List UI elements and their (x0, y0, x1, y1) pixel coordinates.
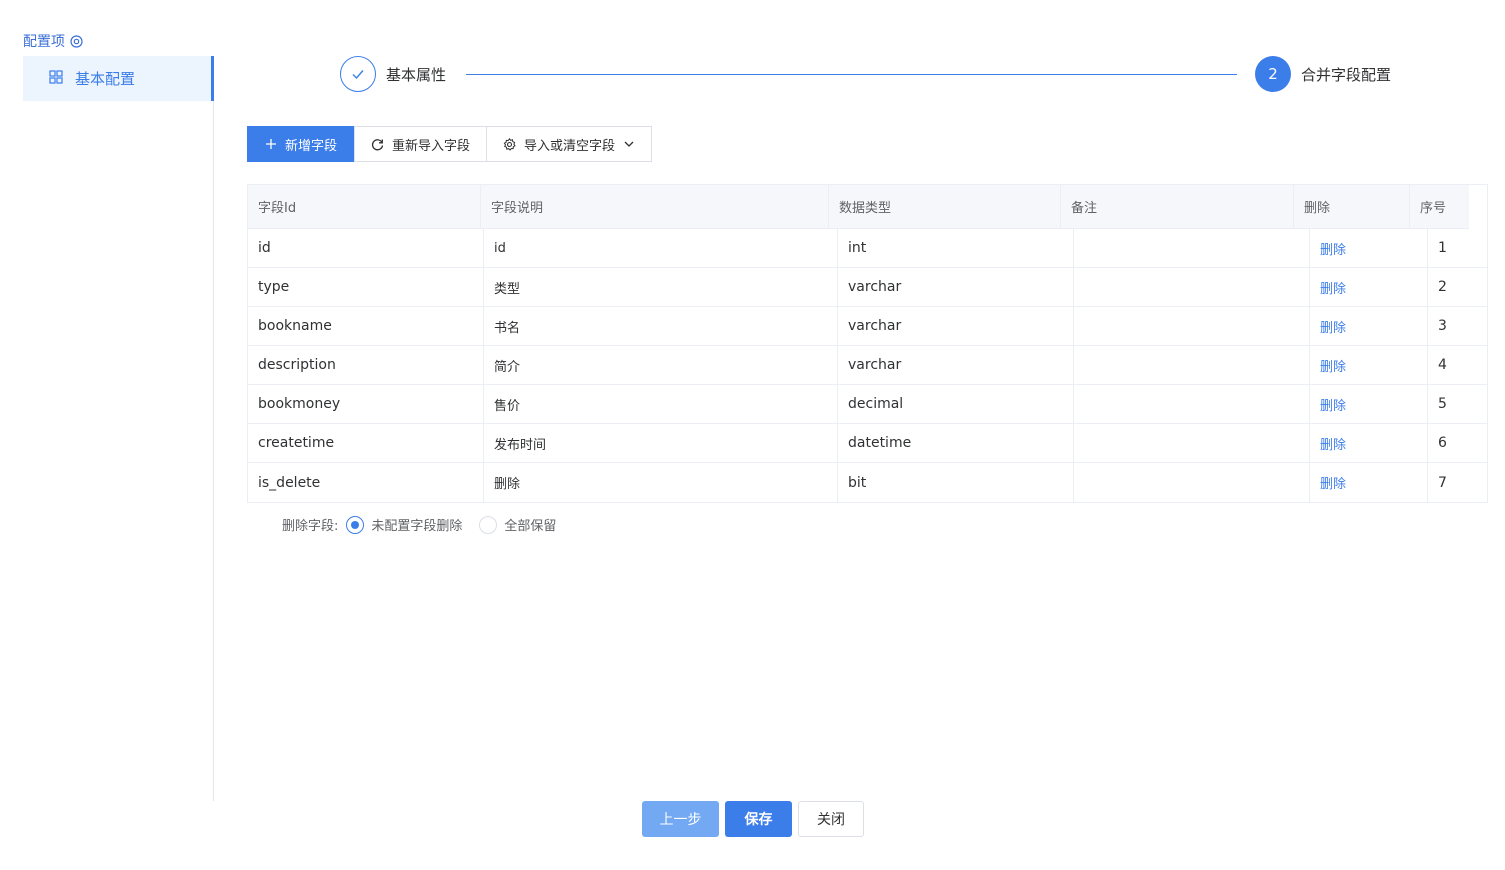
cell-index: 1 (1438, 240, 1447, 256)
delete-fields-label: 删除字段: (282, 519, 339, 534)
cell-data-type: bit (838, 463, 1074, 502)
column-header-field-desc: 字段说明 (481, 185, 829, 228)
column-header-delete: 删除 (1294, 185, 1410, 228)
plus-icon (265, 138, 277, 150)
cell-field-id: id (248, 229, 484, 267)
fields-table: 字段Id 字段说明 数据类型 备注 删除 序号 id id int 删除 1 type 类型… (247, 184, 1488, 503)
cell-index: 4 (1438, 357, 1447, 373)
delete-link[interactable]: 删除 (1310, 268, 1428, 306)
column-header-index: 序号 (1420, 201, 1447, 216)
column-header-remark: 备注 (1061, 185, 1294, 228)
cell-field-desc: 发布时间 (484, 424, 838, 462)
table-row: type 类型 varchar 删除 2 (248, 268, 1487, 307)
sidebar-divider (213, 101, 214, 801)
cell-field-id: description (248, 346, 484, 384)
delete-link[interactable]: 删除 (1310, 229, 1428, 267)
add-field-label: 新增字段 (285, 138, 338, 154)
import-or-clear-dropdown[interactable]: 导入或清空字段 (486, 126, 653, 162)
save-button[interactable]: 保存 (725, 801, 792, 837)
cell-index: 7 (1438, 474, 1447, 491)
cell-field-desc: 书名 (484, 307, 838, 345)
cell-field-id: bookname (248, 307, 484, 345)
cell-remark (1074, 424, 1310, 462)
prev-step-button[interactable]: 上一步 (642, 801, 719, 837)
delete-link[interactable]: 删除 (1310, 463, 1428, 502)
step-merge-field-config: 2 合并字段配置 (1255, 56, 1391, 92)
step-label: 合并字段配置 (1301, 65, 1392, 84)
cell-index: 5 (1438, 396, 1447, 412)
cell-field-id: is_delete (248, 463, 484, 502)
settings-icon[interactable] (70, 34, 83, 48)
cell-field-desc: 简介 (484, 346, 838, 384)
cell-index: 6 (1438, 435, 1447, 451)
cell-data-type: varchar (838, 307, 1074, 345)
close-button[interactable]: 关闭 (798, 801, 864, 837)
cell-data-type: datetime (838, 424, 1074, 462)
table-row: createtime 发布时间 datetime 删除 6 (248, 424, 1487, 463)
table-header: 字段Id 字段说明 数据类型 备注 删除 序号 (248, 185, 1469, 229)
grid-icon (49, 69, 63, 88)
table-row: bookname 书名 varchar 删除 3 (248, 307, 1487, 346)
cell-field-id: type (248, 268, 484, 306)
radio-delete-unconfigured[interactable]: 未配置字段删除 (346, 515, 462, 534)
cell-field-desc: 类型 (484, 268, 838, 306)
cell-remark (1074, 346, 1310, 384)
delete-link[interactable]: 删除 (1310, 307, 1428, 345)
cell-field-desc: id (484, 229, 838, 267)
radio-label: 全部保留 (504, 519, 557, 534)
radio-dot[interactable] (346, 515, 365, 534)
cell-data-type: decimal (838, 385, 1074, 423)
import-or-clear-label: 导入或清空字段 (524, 138, 616, 154)
table-row: id id int 删除 1 (248, 229, 1487, 268)
delete-link[interactable]: 删除 (1310, 424, 1428, 462)
cell-data-type: varchar (838, 346, 1074, 384)
cell-field-desc: 删除 (484, 463, 838, 502)
table-row: description 简介 varchar 删除 4 (248, 346, 1487, 385)
reimport-fields-label: 重新导入字段 (392, 138, 471, 154)
cell-data-type: varchar (838, 268, 1074, 306)
column-header-field-id: 字段Id (248, 185, 481, 228)
reimport-fields-button[interactable]: 重新导入字段 (354, 126, 488, 162)
cell-field-desc: 售价 (484, 385, 838, 423)
step-connector (466, 74, 1237, 75)
cell-field-id: bookmoney (248, 385, 484, 423)
column-header-data-type: 数据类型 (829, 185, 1061, 228)
cell-remark (1074, 307, 1310, 345)
radio-keep-all[interactable]: 全部保留 (479, 515, 556, 534)
sidebar-title-label: 配置项 (23, 34, 65, 50)
cell-remark (1074, 463, 1310, 502)
gear-icon (503, 137, 516, 151)
cell-remark (1074, 385, 1310, 423)
sidebar-title: 配置项 (23, 31, 83, 51)
cell-field-id: createtime (248, 424, 484, 462)
footer-actions: 上一步 保存 关闭 (642, 801, 864, 837)
delete-link[interactable]: 删除 (1310, 385, 1428, 423)
radio-dot[interactable] (479, 515, 498, 534)
delete-fields-radio-group: 删除字段: 未配置字段删除 全部保留 (282, 515, 573, 534)
delete-link[interactable]: 删除 (1310, 346, 1428, 384)
cell-remark (1074, 268, 1310, 306)
radio-label: 未配置字段删除 (371, 519, 463, 534)
sidebar-item-basic-config[interactable]: 基本配置 (23, 56, 214, 101)
add-field-button[interactable]: 新增字段 (247, 126, 356, 162)
cell-data-type: int (838, 229, 1074, 267)
refresh-icon (371, 138, 384, 151)
step-label: 基本属性 (386, 65, 447, 84)
sidebar-item-label: 基本配置 (75, 70, 136, 88)
cell-remark (1074, 229, 1310, 267)
table-row: bookmoney 售价 decimal 删除 5 (248, 385, 1487, 424)
table-body: id id int 删除 1 type 类型 varchar 删除 2 bookname 书名 varc… (248, 229, 1487, 502)
check-icon (340, 56, 376, 92)
cell-index: 2 (1438, 279, 1447, 295)
table-row: is_delete 删除 bit 删除 7 (248, 463, 1487, 502)
step-number: 2 (1255, 56, 1291, 92)
chevron-down-icon (623, 138, 635, 150)
cell-index: 3 (1438, 318, 1447, 334)
step-basic-properties: 基本属性 (340, 56, 446, 92)
toolbar: 新增字段 重新导入字段 导入或清空字段 (247, 126, 653, 162)
